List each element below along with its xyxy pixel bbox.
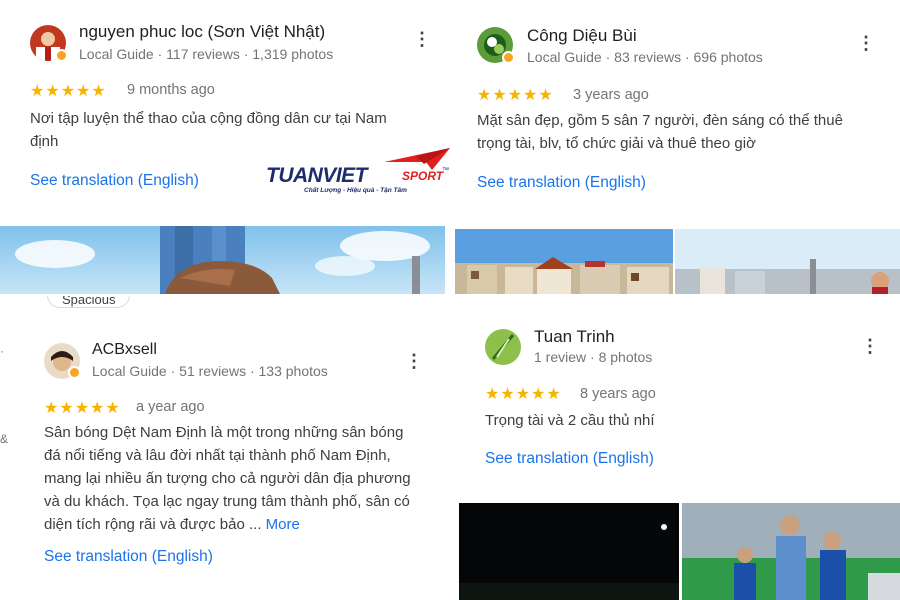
review-text: Trọng tài và 2 cầu thủ nhí <box>485 409 885 432</box>
attribute-chip[interactable]: Spacious <box>47 296 131 308</box>
see-translation-link[interactable]: See translation (English) <box>477 174 646 192</box>
see-translation-link[interactable]: See translation (English) <box>44 548 213 566</box>
more-link[interactable]: More <box>266 516 300 533</box>
review-text: Mặt sân đẹp, gồm 5 sân 7 người, đèn sáng… <box>477 109 887 155</box>
more-options-icon[interactable]: ⋮ <box>405 352 423 370</box>
review-card-tuan-trinh: Tuan Trinh 1 review · 8 photos ⋮ ★★★★★ 8… <box>458 304 900 500</box>
review-photo-city[interactable] <box>675 229 900 294</box>
reviewer-meta: Local Guide · 83 reviews · 696 photos <box>527 49 763 65</box>
review-time: a year ago <box>136 399 205 415</box>
see-translation-link[interactable]: See translation (English) <box>485 450 654 468</box>
reviewer-name[interactable]: nguyen phuc loc (Sơn Việt Nhật) <box>79 22 325 42</box>
review-text-line: mang lại nhiều ấn tượng cho cả người dân… <box>44 470 411 487</box>
reviewer-name[interactable]: ACBxsell <box>92 341 157 359</box>
more-options-icon[interactable]: ⋮ <box>413 30 431 48</box>
review-card-acbxsell: Spacious ACBxsell Local Guide · 51 revie… <box>22 296 450 600</box>
review-card-nguyen-phuc-loc: nguyen phuc loc (Sơn Việt Nhật) Local Gu… <box>0 0 452 224</box>
rating-stars: ★★★★★ <box>485 386 562 403</box>
review-text-line: Mặt sân đẹp, gồm 5 sân 7 người, đèn sáng… <box>477 112 843 129</box>
review-photo-night-field[interactable] <box>459 503 679 600</box>
local-guide-badge-icon <box>55 49 68 62</box>
review-text: Sân bóng Dệt Nam Định là một trong những… <box>44 421 444 536</box>
rating-stars: ★★★★★ <box>477 87 554 104</box>
review-time: 8 years ago <box>580 386 656 402</box>
logo-tagline: Chất Lượng - Hiệu quả - Tận Tâm <box>304 187 407 194</box>
local-guide-badge-icon <box>502 51 515 64</box>
review-card-cong-dieu-bui: Công Diệu Bùi Local Guide · 83 reviews ·… <box>455 0 900 226</box>
review-text-line: Sân bóng Dệt Nam Định là một trong những… <box>44 424 404 441</box>
review-text-line: và du khách. Tọa lạc ngay trung tâm thàn… <box>44 493 410 510</box>
review-text-line: đá nổi tiếng và lâu đời nhất tại thành p… <box>44 447 391 464</box>
see-translation-link[interactable]: See translation (English) <box>30 172 199 190</box>
reviewer-meta: 1 review · 8 photos <box>534 349 653 365</box>
left-edge-fragment: · & <box>0 296 20 600</box>
review-text-truncated: diện tích rộng rãi và được bảo ... <box>44 516 262 533</box>
logo-tm-text: ™ <box>442 167 449 174</box>
more-options-icon[interactable]: ⋮ <box>861 337 879 355</box>
review-time: 3 years ago <box>573 87 649 103</box>
reviewer-name[interactable]: Tuan Trinh <box>534 327 615 347</box>
more-options-icon[interactable]: ⋮ <box>857 34 875 52</box>
review-photo-sky-building[interactable] <box>0 226 445 294</box>
reviewer-meta: Local Guide · 117 reviews · 1,319 photos <box>79 46 334 62</box>
rating-stars: ★★★★★ <box>44 400 121 417</box>
review-text-line: diện tích rộng rãi và được bảo ... More <box>44 513 444 536</box>
review-text-line: Trọng tài và 2 cầu thủ nhí <box>485 412 655 429</box>
reviewer-meta: Local Guide · 51 reviews · 133 photos <box>92 363 328 379</box>
review-time: 9 months ago <box>127 82 215 98</box>
logo-sport-text: SPORT <box>402 169 444 183</box>
tuanviet-sport-logo: TUANVIET SPORT ™ Chất Lượng - Hiệu quả -… <box>266 146 452 196</box>
review-photo-street-houses[interactable] <box>455 229 673 294</box>
review-photo-team-players[interactable] <box>682 503 900 600</box>
reviewer-avatar[interactable] <box>485 329 521 365</box>
local-guide-badge-icon <box>68 366 81 379</box>
review-text-line: Nơi tập luyện thể thao của cộng đồng dân… <box>30 110 387 127</box>
logo-brand-text: TUANVIET <box>266 164 368 187</box>
attribute-chip-label: Spacious <box>62 296 116 307</box>
review-text-line: trọng tài, blv, tổ chức giải và thuê the… <box>477 135 756 152</box>
rating-stars: ★★★★★ <box>30 83 107 100</box>
reviewer-name[interactable]: Công Diệu Bùi <box>527 26 637 46</box>
